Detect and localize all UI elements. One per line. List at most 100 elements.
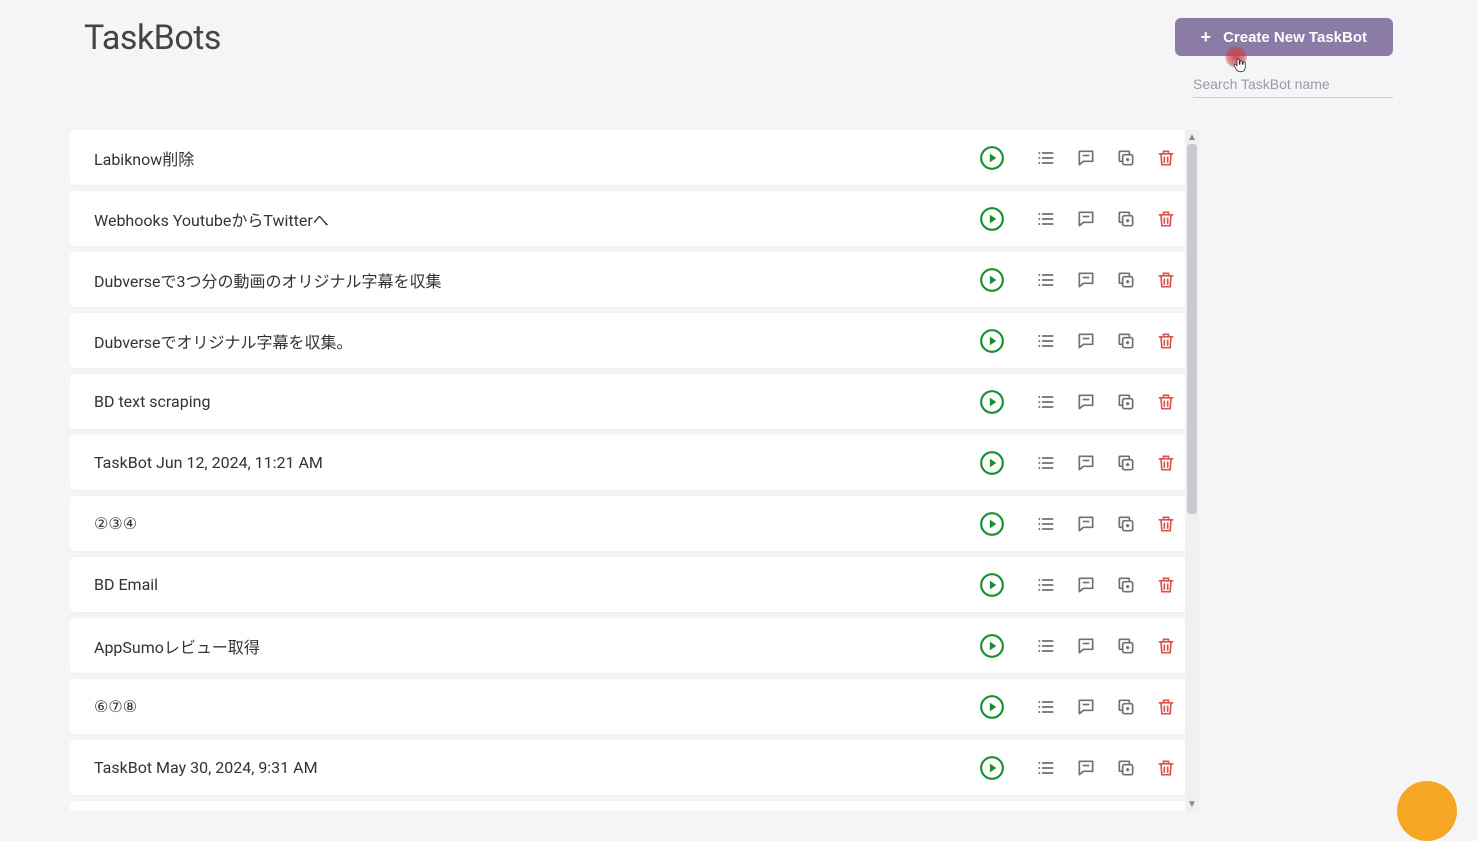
chat-icon[interactable] xyxy=(1073,389,1099,415)
copy-icon[interactable] xyxy=(1113,572,1139,598)
copy-icon[interactable] xyxy=(1113,267,1139,293)
plus-icon: + xyxy=(1201,28,1212,46)
copy-icon[interactable] xyxy=(1113,694,1139,720)
list-icon[interactable] xyxy=(1033,572,1059,598)
taskbot-row[interactable]: TaskBot Jun 12, 2024, 11:21 AM xyxy=(70,435,1197,490)
row-actions xyxy=(979,633,1179,659)
taskbot-name: Dubverseで3つ分の動画のオリジナル字幕を収集 xyxy=(94,268,979,292)
create-new-taskbot-button[interactable]: + Create New TaskBot xyxy=(1175,18,1393,56)
taskbot-row[interactable]: ⑥⑦⑧ xyxy=(70,679,1197,734)
row-actions xyxy=(979,206,1179,232)
list-icon[interactable] xyxy=(1033,328,1059,354)
list-icon[interactable] xyxy=(1033,511,1059,537)
taskbot-name: TaskBot Jun 12, 2024, 11:21 AM xyxy=(94,453,979,472)
taskbot-row[interactable]: TaskBot May 30, 2024, 9:31 AM xyxy=(70,740,1197,795)
trash-icon[interactable] xyxy=(1153,633,1179,659)
taskbot-name: TaskBot May 30, 2024, 9:31 AM xyxy=(94,758,979,777)
taskbot-name: ②③④ xyxy=(94,514,979,533)
taskbot-name: BD Email xyxy=(94,575,979,594)
taskbot-name: Dubverseでオリジナル字幕を収集。 xyxy=(94,329,979,353)
play-icon[interactable] xyxy=(979,633,1005,659)
trash-icon[interactable] xyxy=(1153,450,1179,476)
copy-icon[interactable] xyxy=(1113,328,1139,354)
row-actions xyxy=(979,511,1179,537)
copy-icon[interactable] xyxy=(1113,389,1139,415)
play-icon[interactable] xyxy=(979,511,1005,537)
trash-icon[interactable] xyxy=(1153,267,1179,293)
play-icon[interactable] xyxy=(979,145,1005,171)
chat-icon[interactable] xyxy=(1073,450,1099,476)
chat-icon[interactable] xyxy=(1073,694,1099,720)
cursor-hand-icon xyxy=(1231,54,1249,76)
trash-icon[interactable] xyxy=(1153,145,1179,171)
trash-icon[interactable] xyxy=(1153,389,1179,415)
copy-icon[interactable] xyxy=(1113,633,1139,659)
copy-icon[interactable] xyxy=(1113,511,1139,537)
taskbot-row[interactable]: ②③④ xyxy=(70,496,1197,551)
list-icon[interactable] xyxy=(1033,633,1059,659)
chat-icon[interactable] xyxy=(1073,572,1099,598)
list-icon[interactable] xyxy=(1033,755,1059,781)
taskbot-name: Webhooks YoutubeからTwitterへ xyxy=(94,207,979,231)
list-icon[interactable] xyxy=(1033,145,1059,171)
row-actions xyxy=(979,450,1179,476)
play-icon[interactable] xyxy=(979,572,1005,598)
trash-icon[interactable] xyxy=(1153,511,1179,537)
search-field-wrap xyxy=(1193,74,1393,98)
taskbot-row[interactable]: Dubverseでオリジナル字幕を収集。 xyxy=(70,313,1197,368)
list-icon[interactable] xyxy=(1033,450,1059,476)
list-icon[interactable] xyxy=(1033,206,1059,232)
scroll-up-arrow[interactable]: ▲ xyxy=(1185,130,1199,144)
play-icon[interactable] xyxy=(979,450,1005,476)
trash-icon[interactable] xyxy=(1153,206,1179,232)
taskbot-row[interactable]: PlurifyからPlurHox へと記事を公開する xyxy=(70,801,1197,811)
trash-icon[interactable] xyxy=(1153,755,1179,781)
list-icon[interactable] xyxy=(1033,694,1059,720)
taskbot-row[interactable]: Dubverseで3つ分の動画のオリジナル字幕を収集 xyxy=(70,252,1197,307)
row-actions xyxy=(979,145,1179,171)
row-actions xyxy=(979,267,1179,293)
copy-icon[interactable] xyxy=(1113,206,1139,232)
play-icon[interactable] xyxy=(979,267,1005,293)
help-fab[interactable] xyxy=(1397,781,1457,841)
chat-icon[interactable] xyxy=(1073,206,1099,232)
trash-icon[interactable] xyxy=(1153,694,1179,720)
play-icon[interactable] xyxy=(979,755,1005,781)
list-icon[interactable] xyxy=(1033,267,1059,293)
taskbot-name: BD text scraping xyxy=(94,392,979,411)
row-actions xyxy=(979,572,1179,598)
chat-icon[interactable] xyxy=(1073,267,1099,293)
create-button-label: Create New TaskBot xyxy=(1223,29,1367,46)
trash-icon[interactable] xyxy=(1153,572,1179,598)
taskbot-row[interactable]: AppSumoレビュー取得 xyxy=(70,618,1197,673)
taskbot-row[interactable]: Labiknow削除 xyxy=(70,130,1197,185)
copy-icon[interactable] xyxy=(1113,450,1139,476)
chat-icon[interactable] xyxy=(1073,633,1099,659)
taskbot-row[interactable]: Webhooks YoutubeからTwitterへ xyxy=(70,191,1197,246)
play-icon[interactable] xyxy=(979,389,1005,415)
chat-icon[interactable] xyxy=(1073,755,1099,781)
row-actions xyxy=(979,694,1179,720)
list-scrollbar[interactable]: ▲ ▼ xyxy=(1185,130,1199,811)
taskbot-name: AppSumoレビュー取得 xyxy=(94,634,979,658)
row-actions xyxy=(979,755,1179,781)
taskbot-list: Labiknow削除 Webhooks YoutubeからTwitterへ xyxy=(70,130,1203,811)
chat-icon[interactable] xyxy=(1073,328,1099,354)
chat-icon[interactable] xyxy=(1073,511,1099,537)
copy-icon[interactable] xyxy=(1113,755,1139,781)
play-icon[interactable] xyxy=(979,328,1005,354)
play-icon[interactable] xyxy=(979,206,1005,232)
play-icon[interactable] xyxy=(979,694,1005,720)
scroll-down-arrow[interactable]: ▼ xyxy=(1185,797,1199,811)
list-icon[interactable] xyxy=(1033,389,1059,415)
chat-icon[interactable] xyxy=(1073,145,1099,171)
row-actions xyxy=(979,328,1179,354)
trash-icon[interactable] xyxy=(1153,328,1179,354)
row-actions xyxy=(979,389,1179,415)
taskbot-row[interactable]: BD text scraping xyxy=(70,374,1197,429)
copy-icon[interactable] xyxy=(1113,145,1139,171)
taskbot-row[interactable]: BD Email xyxy=(70,557,1197,612)
search-input[interactable] xyxy=(1193,76,1393,92)
taskbot-name: ⑥⑦⑧ xyxy=(94,697,979,716)
scrollbar-thumb[interactable] xyxy=(1187,144,1197,514)
